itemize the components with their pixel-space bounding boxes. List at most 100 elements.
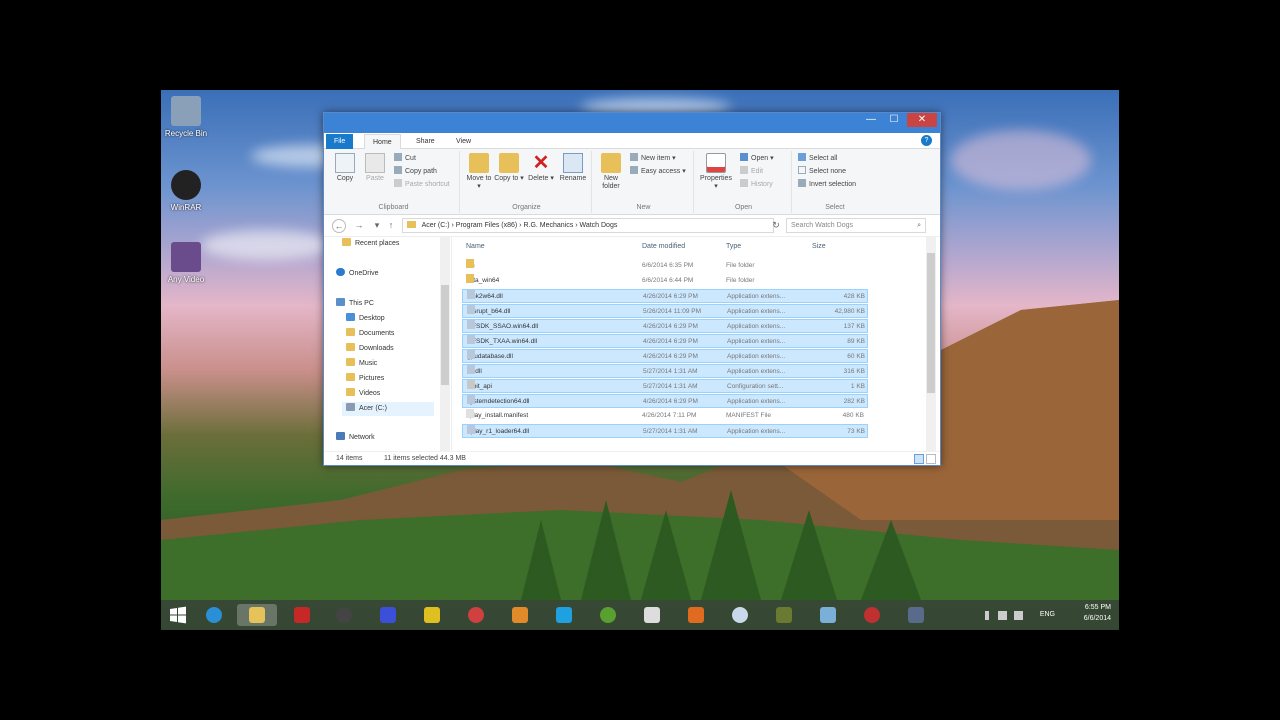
taskbar-app-16[interactable]: [905, 604, 927, 626]
taskbar-app-12[interactable]: [729, 604, 751, 626]
refresh-icon[interactable]: ↻: [769, 219, 783, 233]
desktop-icon-winrar[interactable]: WinRAR: [162, 170, 210, 212]
nav-scrollbar-thumb[interactable]: [441, 285, 449, 385]
file-size: 73 KB: [847, 428, 865, 435]
game-icon: [468, 607, 484, 623]
file-row[interactable]: GFSDK_TXAA.win64.dll 4/26/2014 6:29 PM App…: [462, 334, 868, 348]
large-icons-view-icon[interactable]: [926, 454, 936, 464]
taskbar-app-11[interactable]: [685, 604, 707, 626]
cut-button[interactable]: Cut: [394, 153, 416, 164]
easy-access-button[interactable]: Easy access ▾: [630, 166, 686, 177]
open-button[interactable]: Open ▾: [740, 153, 774, 164]
tab-home[interactable]: Home: [364, 134, 401, 149]
column-header-size[interactable]: Size: [812, 243, 826, 250]
address-input[interactable]: Acer (C:) › Program Files (x86) › R.G. M…: [402, 218, 774, 233]
file-row[interactable]: systemdetection64.dll 4/26/2014 6:29 PM Ap…: [462, 394, 868, 408]
nav-item-documents[interactable]: Documents: [346, 327, 394, 341]
help-icon[interactable]: ?: [921, 135, 932, 146]
file-row[interactable]: gpudatabase.dll 4/26/2014 6:29 PM Applicat…: [462, 349, 868, 363]
invert-selection-button[interactable]: Invert selection: [798, 179, 856, 190]
file-scrollbar-thumb[interactable]: [927, 253, 935, 393]
file-row[interactable]: bin 6/6/2014 6:35 PM File folder: [462, 259, 868, 273]
taskbar-app-1[interactable]: [237, 604, 277, 626]
nav-label: OneDrive: [349, 270, 379, 277]
desktop-icon-recycle-bin[interactable]: Recycle Bin: [162, 96, 210, 138]
back-button[interactable]: ←: [332, 219, 346, 233]
file-row[interactable]: uplay_install.manifest 4/26/2014 7:11 PM M…: [462, 409, 868, 423]
copy-path-button[interactable]: Copy path: [394, 166, 437, 177]
taskbar-app-15[interactable]: [861, 604, 883, 626]
copy-button[interactable]: Copy: [330, 153, 360, 183]
up-button[interactable]: ↑: [384, 219, 398, 233]
tab-view[interactable]: View: [448, 134, 479, 149]
paste-button[interactable]: Paste: [360, 153, 390, 183]
taskbar-app-9[interactable]: [597, 604, 619, 626]
file-row[interactable]: data_win64 6/6/2014 6:44 PM File folder: [462, 274, 868, 288]
rename-button[interactable]: Rename: [558, 153, 588, 183]
taskbar-app-8[interactable]: [553, 604, 575, 626]
column-header-type[interactable]: Type: [726, 243, 741, 250]
forward-button[interactable]: →: [352, 219, 366, 233]
title-bar[interactable]: — ☐ ✕: [324, 113, 940, 133]
properties-button[interactable]: Properties ▾: [698, 153, 734, 191]
nav-item-onedrive[interactable]: OneDrive: [336, 267, 379, 281]
move-to-button[interactable]: Move to ▾: [464, 153, 494, 191]
nav-item-acer-c[interactable]: Acer (C:): [342, 402, 434, 416]
taskbar-app-4[interactable]: [377, 604, 399, 626]
clock-date[interactable]: 6/6/2014: [1067, 615, 1111, 622]
flag-icon[interactable]: [985, 611, 989, 620]
volume-icon[interactable]: [1014, 611, 1023, 620]
language-indicator[interactable]: ENG: [1040, 611, 1055, 618]
paste-shortcut-button[interactable]: Paste shortcut: [394, 179, 450, 190]
folder-move-icon: [469, 153, 489, 173]
nav-item-recent-places[interactable]: Recent places: [342, 237, 399, 251]
taskbar-app-14[interactable]: [817, 604, 839, 626]
column-header-date[interactable]: Date modified: [642, 243, 685, 250]
taskbar-app-10[interactable]: [641, 604, 663, 626]
video-converter-icon: [171, 242, 201, 272]
file-row[interactable]: uplay_r1_loader64.dll 5/27/2014 1:31 AM Ap…: [462, 424, 868, 438]
nav-item-this-pc[interactable]: This PC: [336, 297, 374, 311]
select-all-button[interactable]: Select all: [798, 153, 837, 164]
file-row[interactable]: bink2w64.dll 4/26/2014 6:29 PM Application…: [462, 289, 868, 303]
close-button[interactable]: ✕: [907, 113, 937, 127]
nav-item-music[interactable]: Music: [346, 357, 377, 371]
rename-label: Rename: [559, 175, 587, 182]
nav-item-pictures[interactable]: Pictures: [346, 372, 384, 386]
minimize-button[interactable]: —: [860, 113, 882, 127]
new-folder-button[interactable]: New folder: [596, 153, 626, 191]
column-header-name[interactable]: Name: [466, 243, 485, 250]
details-view-icon[interactable]: [914, 454, 924, 464]
taskbar-app-0[interactable]: [203, 604, 225, 626]
videos-folder-icon: [346, 388, 355, 396]
new-item-button[interactable]: New item ▾: [630, 153, 676, 164]
delete-button[interactable]: ✕ Delete ▾: [526, 153, 556, 183]
start-button[interactable]: [167, 604, 189, 626]
network-tray-icon[interactable]: [998, 611, 1007, 620]
taskbar-app-2[interactable]: [291, 604, 313, 626]
clock-time[interactable]: 6:55 PM: [1067, 604, 1111, 611]
file-row[interactable]: Disrupt_b64.dll 5/26/2014 11:09 PM Applica…: [462, 304, 868, 318]
tab-file[interactable]: File: [326, 134, 354, 149]
maximize-button[interactable]: ☐: [883, 113, 905, 127]
file-row[interactable]: lol.dll 5/27/2014 1:31 AM Application exte…: [462, 364, 868, 378]
nav-item-downloads[interactable]: Downloads: [346, 342, 394, 356]
recent-locations-icon[interactable]: ▾: [370, 219, 384, 233]
file-row[interactable]: GFSDK_SSAO.win64.dll 4/26/2014 6:29 PM App…: [462, 319, 868, 333]
taskbar-app-6[interactable]: [465, 604, 487, 626]
select-none-button[interactable]: Select none: [798, 166, 846, 177]
search-input[interactable]: Search Watch Dogs ⌕: [786, 218, 926, 233]
edit-button[interactable]: Edit: [740, 166, 763, 177]
nav-item-videos[interactable]: Videos: [346, 387, 380, 401]
nav-item-network[interactable]: Network: [336, 431, 375, 445]
taskbar-app-7[interactable]: [509, 604, 531, 626]
nav-item-desktop[interactable]: Desktop: [346, 312, 385, 326]
history-button[interactable]: History: [740, 179, 773, 190]
taskbar-app-3[interactable]: [333, 604, 355, 626]
taskbar-app-13[interactable]: [773, 604, 795, 626]
tab-share[interactable]: Share: [408, 134, 443, 149]
taskbar-app-5[interactable]: [421, 604, 443, 626]
desktop-icon-any-video[interactable]: Any Video: [162, 242, 210, 284]
file-row[interactable]: orbit_api 5/27/2014 1:31 AM Configuration …: [462, 379, 868, 393]
copy-to-button[interactable]: Copy to ▾: [494, 153, 524, 183]
